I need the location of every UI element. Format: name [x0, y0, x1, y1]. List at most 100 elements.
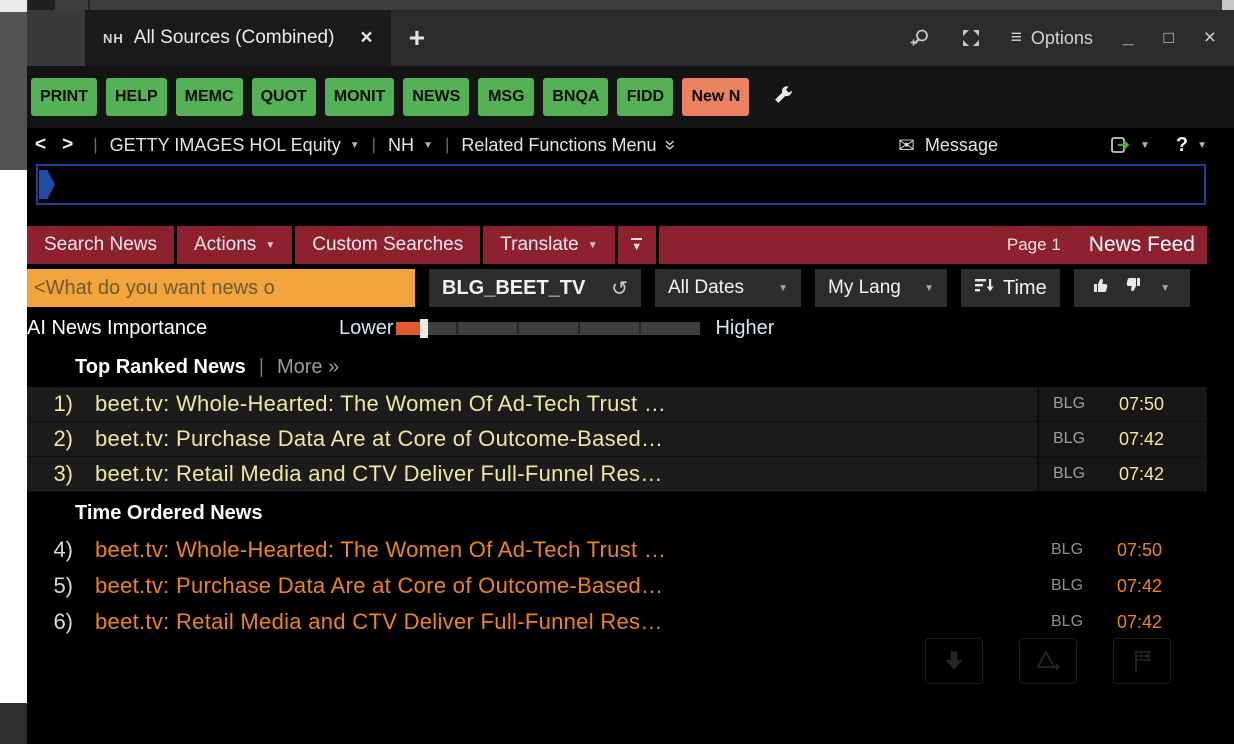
news-row[interactable]: 1) beet.tv: Whole-Hearted: The Women Of …: [27, 387, 1207, 422]
shortcut-memc[interactable]: MEMC: [176, 78, 243, 116]
new-tab-button[interactable]: +: [391, 10, 443, 66]
news-row[interactable]: 5) beet.tv: Purchase Data Are at Core of…: [27, 568, 1207, 604]
news-search-input[interactable]: <What do you want news o: [27, 269, 415, 307]
top-edge-divider: [88, 0, 90, 10]
more-link[interactable]: More »: [277, 356, 339, 379]
sort-by-time-button[interactable]: Time: [961, 269, 1060, 307]
double-chevron-icon: »: [659, 140, 681, 151]
maximize-button[interactable]: □: [1163, 28, 1173, 48]
tab-all-sources[interactable]: NH All Sources (Combined) ×: [85, 10, 391, 66]
download-button[interactable]: [925, 638, 983, 684]
search-news-button[interactable]: Search News: [27, 226, 174, 264]
news-window: NH All Sources (Combined) × + ≡ Option: [0, 0, 1234, 744]
help-button[interactable]: ? ▼: [1176, 134, 1207, 157]
shortcut-news[interactable]: NEWS: [403, 78, 469, 116]
row-number: 3): [27, 461, 73, 487]
row-meta: BLG 07:42: [1037, 604, 1207, 640]
close-window-button[interactable]: ×: [1204, 26, 1216, 50]
envelope-icon: ✉: [898, 133, 915, 158]
news-menu-bar: Search News Actions ▼ Custom Searches Tr…: [27, 226, 1207, 264]
wrench-icon[interactable]: [772, 84, 794, 111]
shortcut-msg[interactable]: MSG: [478, 78, 534, 116]
close-tab-icon[interactable]: ×: [360, 26, 372, 50]
zoom-in-icon[interactable]: [909, 28, 931, 48]
slider-divider: [456, 322, 458, 335]
left-edge-strip: [0, 170, 27, 703]
minimize-button[interactable]: _: [1123, 27, 1134, 49]
actions-label: Actions: [194, 234, 256, 256]
tab-function-code: NH: [103, 31, 124, 46]
help-label: ?: [1176, 134, 1188, 157]
function-selector[interactable]: NH ▼: [388, 135, 433, 156]
chevron-down-icon: ▼: [1160, 283, 1170, 294]
shortcut-fidd[interactable]: FIDD: [617, 78, 673, 116]
headline-link[interactable]: beet.tv: Purchase Data Are at Core of Ou…: [95, 426, 1037, 452]
shortcut-quot[interactable]: QUOT: [252, 78, 316, 116]
headline-link[interactable]: beet.tv: Purchase Data Are at Core of Ou…: [95, 573, 1037, 599]
flag-button[interactable]: [1113, 638, 1171, 684]
news-row[interactable]: 6) beet.tv: Retail Media and CTV Deliver…: [27, 604, 1207, 640]
function-nav-bar: < > | GETTY IMAGES HOL Equity ▼ | NH ▼ |…: [27, 128, 1207, 162]
export-button[interactable]: ▼: [1110, 135, 1150, 155]
shortcut-new-msg[interactable]: New N: [682, 78, 749, 116]
importance-slider[interactable]: [396, 322, 700, 335]
source-code: BLG: [1051, 613, 1091, 631]
row-meta: BLG 07:42: [1037, 568, 1207, 604]
divider: |: [445, 135, 449, 155]
expand-icon[interactable]: [961, 28, 981, 48]
importance-lower-label: Lower: [339, 317, 393, 340]
nav-right-group: ✉ Message ▼ ? ▼: [898, 133, 1207, 158]
chevron-down-icon: ▼: [1140, 140, 1150, 151]
forward-button[interactable]: >: [54, 134, 81, 156]
source-filter-chip[interactable]: BLG_BEET_TV ↺: [429, 269, 641, 307]
source-code: BLG: [1053, 430, 1093, 448]
chevron-down-icon: ▼: [588, 240, 598, 251]
time-section-header: Time Ordered News: [75, 496, 262, 530]
news-row[interactable]: 2) beet.tv: Purchase Data Are at Core of…: [27, 422, 1207, 457]
tab-bar: NH All Sources (Combined) × + ≡ Option: [27, 10, 1234, 66]
language-filter-dropdown[interactable]: My Lang ▼: [815, 269, 947, 307]
shortcut-monit[interactable]: MONIT: [325, 78, 395, 116]
shortcut-help[interactable]: HELP: [106, 78, 167, 116]
chevron-down-icon: ▼: [350, 140, 360, 151]
shortcut-bnqa[interactable]: BNQA: [543, 78, 608, 116]
row-meta: BLG 07:42: [1037, 422, 1207, 456]
security-selector[interactable]: GETTY IMAGES HOL Equity ▼: [110, 135, 360, 156]
headline-link[interactable]: beet.tv: Retail Media and CTV Deliver Fu…: [95, 609, 1037, 635]
source-code: BLG: [1053, 465, 1093, 483]
alert-add-button[interactable]: [1019, 638, 1077, 684]
news-row[interactable]: 3) beet.tv: Retail Media and CTV Deliver…: [27, 457, 1207, 492]
chevron-down-icon: ▼: [1197, 140, 1207, 151]
message-button[interactable]: ✉ Message: [898, 133, 998, 158]
related-functions-menu[interactable]: Related Functions Menu »: [461, 134, 675, 156]
collapse-toolbar-button[interactable]: ▼: [618, 226, 656, 264]
time-ordered-news-panel: 4) beet.tv: Whole-Hearted: The Women Of …: [27, 532, 1207, 640]
feedback-dropdown[interactable]: ▼: [1074, 269, 1190, 307]
timestamp: 07:42: [1119, 464, 1164, 485]
top-edge-strip: [27, 0, 1234, 10]
back-button[interactable]: <: [27, 134, 54, 156]
news-row[interactable]: 4) beet.tv: Whole-Hearted: The Women Of …: [27, 532, 1207, 568]
ranked-news-panel: 1) beet.tv: Whole-Hearted: The Women Of …: [27, 387, 1207, 492]
translate-menu-button[interactable]: Translate ▼: [483, 226, 614, 264]
shortcut-print[interactable]: PRINT: [31, 78, 97, 116]
headline-link[interactable]: beet.tv: Retail Media and CTV Deliver Fu…: [95, 461, 1037, 487]
row-meta: BLG 07:50: [1037, 532, 1207, 568]
row-number: 1): [27, 391, 73, 417]
headline-link[interactable]: beet.tv: Whole-Hearted: The Women Of Ad-…: [95, 391, 1037, 417]
security-name: GETTY IMAGES HOL Equity: [110, 135, 341, 156]
language-filter-value: My Lang: [828, 277, 901, 299]
message-label: Message: [925, 135, 998, 156]
options-label: Options: [1031, 28, 1093, 49]
related-functions-label: Related Functions Menu: [461, 135, 656, 156]
date-filter-value: All Dates: [668, 277, 744, 299]
date-filter-dropdown[interactable]: All Dates ▼: [655, 269, 801, 307]
actions-menu-button[interactable]: Actions ▼: [177, 226, 292, 264]
undo-icon[interactable]: ↺: [611, 276, 628, 301]
filter-row: <What do you want news o BLG_BEET_TV ↺ A…: [27, 269, 1207, 307]
importance-slider-thumb[interactable]: [420, 319, 428, 338]
headline-link[interactable]: beet.tv: Whole-Hearted: The Women Of Ad-…: [95, 537, 1037, 563]
custom-searches-button[interactable]: Custom Searches: [295, 226, 480, 264]
command-line-input[interactable]: [36, 164, 1206, 205]
options-button[interactable]: ≡ Options: [1011, 27, 1093, 49]
